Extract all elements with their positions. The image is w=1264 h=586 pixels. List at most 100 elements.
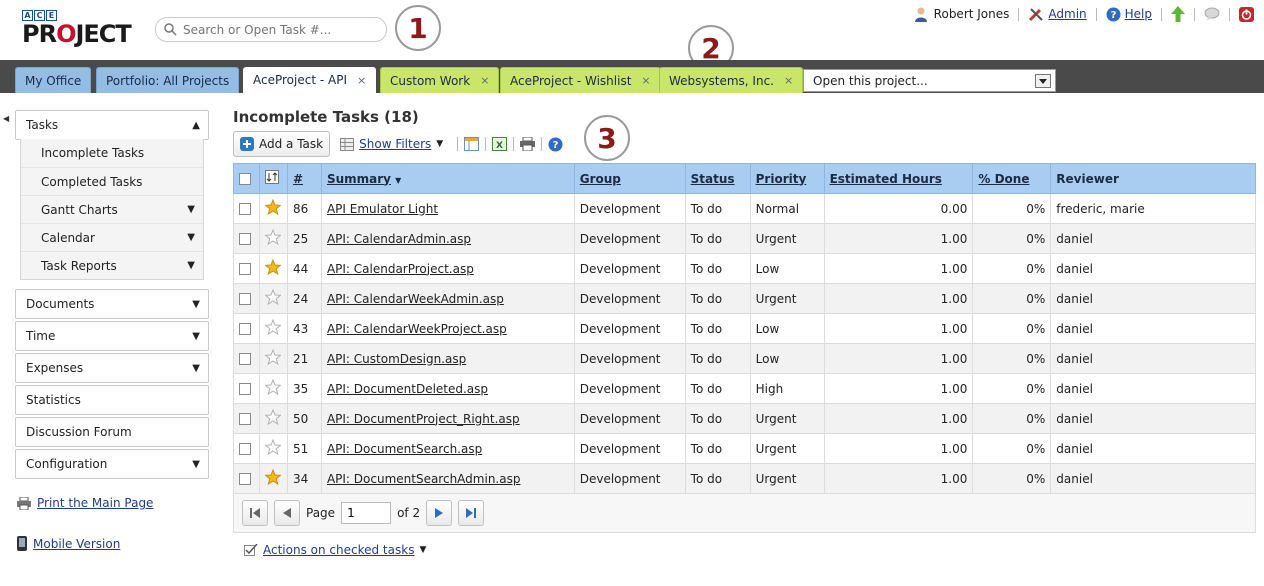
row-checkbox[interactable] <box>239 473 251 485</box>
collapse-up-icon[interactable]: ▲ <box>192 120 200 131</box>
favorite-star-icon[interactable] <box>264 198 282 216</box>
table-row[interactable]: 21 API: CustomDesign.asp Development To do L… <box>233 343 1256 374</box>
favorite-star-icon[interactable] <box>264 288 282 306</box>
task-summary-link[interactable]: API: DocumentProject_Right.asp <box>327 412 520 426</box>
favorite-star-icon[interactable] <box>264 408 282 426</box>
next-page-button[interactable] <box>426 500 453 526</box>
tab-custom-work[interactable]: Custom Work × <box>380 67 500 93</box>
col-status-header[interactable]: Status <box>684 163 751 194</box>
expand-down-icon[interactable]: ▼ <box>192 459 200 470</box>
user-name[interactable]: Robert Jones <box>934 7 1010 21</box>
row-checkbox[interactable] <box>239 203 251 215</box>
tab-aceproject-wishlist[interactable]: AceProject - Wishlist × <box>500 67 661 93</box>
tab-portfolio[interactable]: Portfolio: All Projects <box>96 67 240 93</box>
task-summary-link[interactable]: API: DocumentDeleted.asp <box>327 382 488 396</box>
expand-down-icon[interactable]: ▼ <box>187 232 195 243</box>
collapse-sidebar-icon[interactable]: ◀ <box>3 114 9 123</box>
sidebar-tasks-header[interactable]: Tasks ▲ <box>15 110 209 140</box>
col-header-label[interactable]: # <box>293 172 303 186</box>
chat-icon[interactable] <box>1204 7 1220 21</box>
mobile-version[interactable]: Mobile Version <box>17 536 120 551</box>
search-input[interactable] <box>181 21 376 38</box>
row-checkbox[interactable] <box>239 323 251 335</box>
sidebar-item-incomplete-tasks[interactable]: Incomplete Tasks <box>21 139 203 167</box>
close-icon[interactable]: × <box>641 74 650 87</box>
tab-aceproject-api[interactable]: AceProject - API × <box>243 67 377 93</box>
col-group-header[interactable]: Group <box>573 163 686 194</box>
actions-link[interactable]: Actions on checked tasks <box>263 543 414 557</box>
col-priority-header[interactable]: Priority <box>749 163 825 194</box>
sidebar-item-task-reports[interactable]: Task Reports ▼ <box>21 251 203 279</box>
show-filters[interactable]: Show Filters ▼ <box>340 137 443 151</box>
print-icon[interactable] <box>520 137 536 151</box>
search-box[interactable] <box>155 17 387 42</box>
chevron-down-icon[interactable]: ▼ <box>419 545 426 555</box>
admin-link[interactable]: Admin <box>1048 7 1086 21</box>
row-checkbox[interactable] <box>239 233 251 245</box>
help-link[interactable]: Help <box>1125 7 1152 21</box>
help-icon[interactable]: ? <box>548 137 563 152</box>
close-icon[interactable]: × <box>784 74 793 87</box>
row-checkbox[interactable] <box>239 413 251 425</box>
mobile-version-link[interactable]: Mobile Version <box>33 537 120 551</box>
row-checkbox[interactable] <box>239 353 251 365</box>
expand-down-icon[interactable]: ▼ <box>192 299 200 310</box>
chevron-down-icon[interactable]: ▼ <box>436 139 443 149</box>
row-checkbox[interactable] <box>239 293 251 305</box>
excel-export-icon[interactable]: X <box>492 137 508 151</box>
tab-websystems[interactable]: Websystems, Inc. × <box>659 67 804 93</box>
show-filters-link[interactable]: Show Filters <box>359 137 431 151</box>
last-page-button[interactable] <box>458 500 485 526</box>
favorite-star-icon[interactable] <box>264 318 282 336</box>
prev-page-button[interactable] <box>274 500 300 526</box>
col-header-label[interactable]: Group <box>580 172 621 186</box>
expand-down-icon[interactable]: ▼ <box>187 204 195 215</box>
sidebar-item-completed-tasks[interactable]: Completed Tasks <box>21 167 203 195</box>
open-project-select[interactable]: Open this project... <box>803 69 1056 92</box>
col-header-label[interactable]: % Done <box>978 172 1029 186</box>
page-number-input[interactable] <box>341 502 392 524</box>
task-summary-link[interactable]: API: DocumentSearch.asp <box>327 442 482 456</box>
favorite-star-icon[interactable] <box>264 348 282 366</box>
table-row[interactable]: 44 API: CalendarProject.asp Development To … <box>233 253 1256 284</box>
row-checkbox[interactable] <box>239 383 251 395</box>
first-page-button[interactable] <box>242 500 268 526</box>
row-checkbox[interactable] <box>239 443 251 455</box>
favorite-star-icon[interactable] <box>264 438 282 456</box>
col-id-header[interactable]: # <box>286 163 322 194</box>
table-row[interactable]: 24 API: CalendarWeekAdmin.asp Development T… <box>233 283 1256 314</box>
col-header-label[interactable]: Status <box>691 172 735 186</box>
row-checkbox[interactable] <box>239 263 251 275</box>
print-main-page[interactable]: Print the Main Page <box>17 496 153 510</box>
checked-actions[interactable]: Actions on checked tasks ▼ <box>244 543 426 557</box>
table-row[interactable]: 34 API: DocumentSearchAdmin.asp Developmen… <box>233 463 1256 494</box>
task-summary-link[interactable]: API: CustomDesign.asp <box>327 352 466 366</box>
sidebar-section-statistics[interactable]: Statistics <box>15 385 209 415</box>
expand-down-icon[interactable]: ▼ <box>192 331 200 342</box>
print-main-page-link[interactable]: Print the Main Page <box>37 496 153 510</box>
column-chooser-icon[interactable] <box>464 137 480 151</box>
logout-power-icon[interactable] <box>1239 6 1254 22</box>
favorite-star-icon[interactable] <box>264 258 282 276</box>
col-summary-header[interactable]: Summary ▼ <box>320 163 575 194</box>
sidebar-section-expenses[interactable]: Expenses ▼ <box>15 353 209 383</box>
close-icon[interactable]: × <box>357 74 366 87</box>
table-row[interactable]: 43 API: CalendarWeekProject.asp Developmen… <box>233 313 1256 344</box>
task-summary-link[interactable]: API: CalendarWeekAdmin.asp <box>327 292 504 306</box>
app-logo[interactable]: A C E PROJECT <box>22 10 134 50</box>
upgrade-arrow-icon[interactable] <box>1171 6 1185 22</box>
sidebar-item-calendar[interactable]: Calendar ▼ <box>21 223 203 251</box>
sidebar-section-discussion-forum[interactable]: Discussion Forum <box>15 417 209 447</box>
expand-down-icon[interactable]: ▼ <box>187 260 195 271</box>
sidebar-section-configuration[interactable]: Configuration ▼ <box>15 449 209 479</box>
star-sort-header[interactable] <box>258 163 288 194</box>
favorite-star-icon[interactable] <box>264 378 282 396</box>
col-hours-header[interactable]: Estimated Hours <box>823 163 974 194</box>
col-done-header[interactable]: % Done <box>972 163 1052 194</box>
task-summary-link[interactable]: API: DocumentSearchAdmin.asp <box>327 472 521 486</box>
chevron-down-icon[interactable] <box>1035 74 1051 88</box>
table-row[interactable]: 86 API Emulator Light Development To do Norm… <box>233 193 1256 224</box>
select-all-checkbox[interactable] <box>239 173 251 185</box>
add-task-button[interactable]: Add a Task <box>233 131 331 157</box>
col-header-label[interactable]: Summary <box>327 172 391 186</box>
